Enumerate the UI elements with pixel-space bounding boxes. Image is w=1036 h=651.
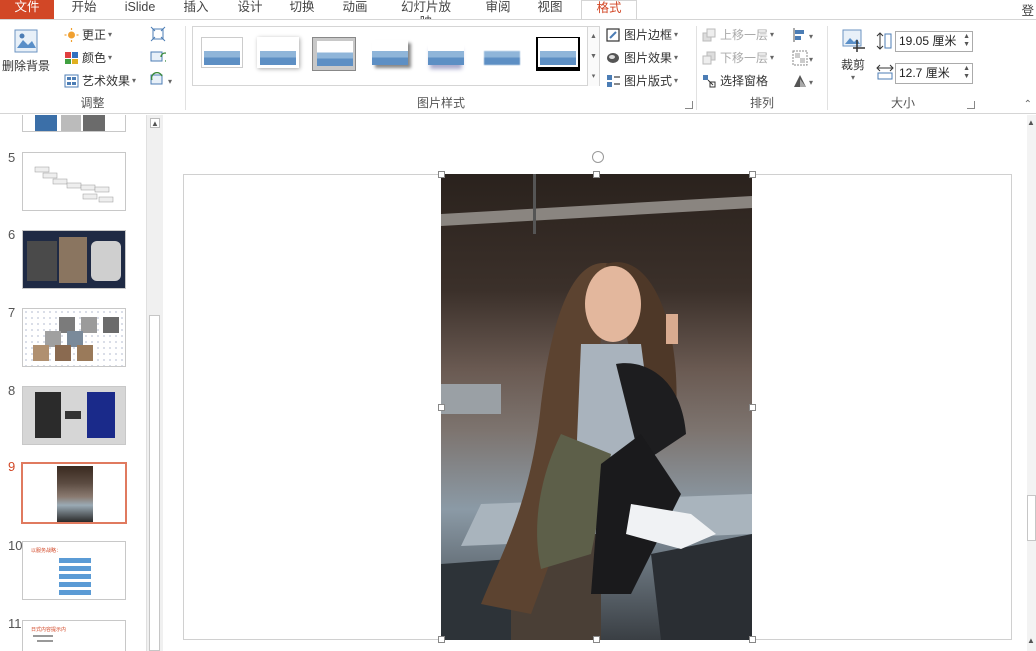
collapse-ribbon-icon[interactable]: ⌃ <box>1024 99 1032 110</box>
thumbnail-scrollbar[interactable]: ▲ <box>146 115 163 651</box>
group-label-adjust: 调整 <box>80 96 105 110</box>
resize-handle-ne[interactable] <box>749 171 756 178</box>
tab-home[interactable]: 开始 <box>70 0 98 19</box>
change-picture-icon[interactable] <box>150 49 170 65</box>
slide-number: 11 <box>8 616 22 631</box>
scroll-up-arrow-icon[interactable]: ▲ <box>150 118 160 128</box>
sun-icon <box>64 28 79 42</box>
scroll-up-arrow-icon[interactable]: ▲ <box>1027 118 1035 127</box>
scrollbar-thumb[interactable] <box>1027 495 1036 541</box>
tab-animations[interactable]: 动画 <box>341 0 369 19</box>
group-adjust: 删除背景 更正 ▾ 颜色 ▾ 艺术效果 ▾ ▾ 调整 <box>0 20 185 114</box>
remove-background-icon <box>13 28 39 54</box>
slide-thumbnail-6[interactable] <box>22 230 126 289</box>
group-label-arrange: 排列 <box>749 96 774 110</box>
group-arrange: 排列 <box>697 20 827 114</box>
corrections-button[interactable]: 更正 ▾ <box>64 25 112 45</box>
tab-view[interactable]: 视图 <box>536 0 564 19</box>
dialog-launcher-icon[interactable] <box>685 101 693 109</box>
tab-transitions[interactable]: 切换 <box>288 0 316 19</box>
chevron-down-icon: ▾ <box>132 76 137 85</box>
slide-thumbnail-8[interactable] <box>22 386 126 445</box>
group-label-picture-styles: 图片样式 <box>416 96 465 110</box>
palette-icon <box>64 51 79 65</box>
remove-background-button[interactable]: 删除背景 <box>2 24 50 82</box>
chevron-down-icon: ▾ <box>108 53 113 62</box>
color-button[interactable]: 颜色 ▾ <box>64 48 112 68</box>
svg-text:▾: ▾ <box>168 77 172 86</box>
artistic-effects-button[interactable]: 艺术效果 ▾ <box>64 71 136 91</box>
slide-number: 10 <box>8 538 23 553</box>
slide-thumbnail-7[interactable] <box>22 308 126 367</box>
resize-handle-e[interactable] <box>749 404 756 411</box>
slide-editor <box>165 115 1027 651</box>
slide-number: 6 <box>8 227 16 242</box>
tab-review[interactable]: 审阅 <box>484 0 512 19</box>
scroll-down-arrow-icon[interactable]: ▲ <box>1027 636 1035 645</box>
slide-number: 8 <box>8 383 16 398</box>
group-picture-styles: 图片样式 <box>186 20 696 114</box>
resize-handle-n[interactable] <box>593 171 600 178</box>
ribbon-tab-bar: 文件 开始 iSlide 插入 设计 切换 动画 幻灯片放映 审阅 视图 格式 … <box>0 0 1036 29</box>
selected-picture[interactable] <box>441 174 752 640</box>
chevron-down-icon: ▾ <box>108 30 113 39</box>
rotate-handle-icon[interactable] <box>592 151 604 163</box>
group-label-size: 大小 <box>890 96 915 110</box>
tab-islide[interactable]: iSlide <box>120 0 160 19</box>
artistic-effects-icon <box>64 74 79 88</box>
slide-thumbnail-9[interactable] <box>21 462 127 524</box>
resize-handle-w[interactable] <box>438 404 445 411</box>
resize-handle-s[interactable] <box>593 636 600 643</box>
reset-picture-icon[interactable]: ▾ <box>150 72 176 88</box>
resize-handle-se[interactable] <box>749 636 756 643</box>
tab-file[interactable]: 文件 <box>0 0 54 19</box>
slide-thumbnail-4[interactable] <box>22 115 126 132</box>
slide-thumbnail-11[interactable]: 日式内容提示内 <box>22 620 126 651</box>
tab-format[interactable]: 格式 <box>581 0 637 19</box>
signin-link[interactable]: 登 <box>1021 0 1034 19</box>
ribbon: 删除背景 更正 ▾ 颜色 ▾ 艺术效果 ▾ ▾ 调整 ▲ ▼ ▾ 图片边框 ▾ … <box>0 19 1036 114</box>
slide-thumbnail-10[interactable]: 以服务战略： <box>22 541 126 600</box>
tab-slideshow[interactable]: 幻灯片放映 <box>395 0 457 29</box>
slide-thumbnail-pane: 5 6 7 8 9 10 以服务战略： 11 日式内容提示内 <box>0 115 146 651</box>
scrollbar-thumb[interactable] <box>149 315 160 651</box>
group-size: 大小 <box>828 20 978 114</box>
compress-pictures-icon[interactable] <box>150 26 166 42</box>
dialog-launcher-icon[interactable] <box>967 101 975 109</box>
editor-scrollbar[interactable]: ▲ ▲ <box>1027 115 1036 651</box>
slide-number: 7 <box>8 305 16 320</box>
tab-insert[interactable]: 插入 <box>182 0 210 19</box>
resize-handle-nw[interactable] <box>438 171 445 178</box>
slide-number-active: 9 <box>8 459 16 474</box>
slide-number: 5 <box>8 150 16 165</box>
tab-design[interactable]: 设计 <box>236 0 264 19</box>
resize-handle-sw[interactable] <box>438 636 445 643</box>
slide-thumbnail-5[interactable] <box>22 152 126 211</box>
